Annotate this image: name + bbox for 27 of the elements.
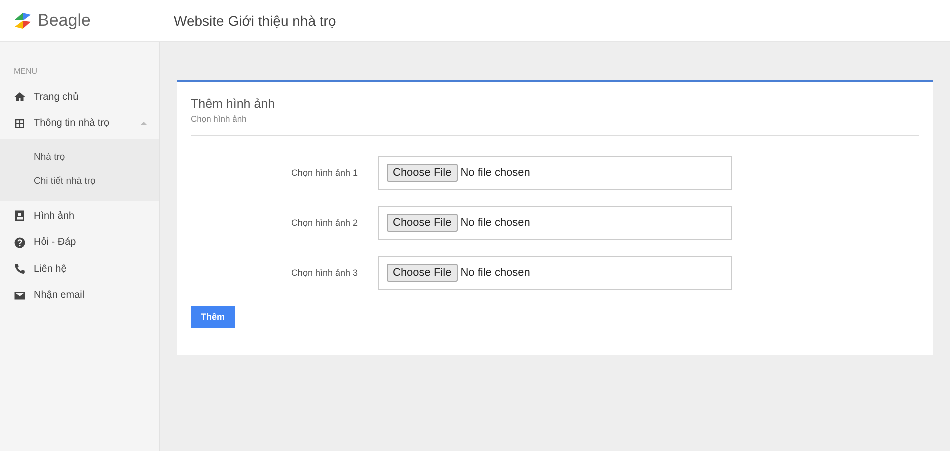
grid-icon xyxy=(14,118,26,130)
nav-item[interactable]: Hỏi - Đáp xyxy=(0,230,159,256)
brand-name: Beagle xyxy=(38,10,91,30)
menu-heading: MENU xyxy=(13,67,39,76)
nav-item[interactable]: Nhận email xyxy=(0,282,159,309)
home-icon xyxy=(14,91,26,104)
field-label: Chọn hình ảnh 3 xyxy=(290,268,359,278)
nav-item[interactable]: Thông tin nhà trọ xyxy=(0,110,159,137)
envelope-icon xyxy=(14,290,26,302)
submit-button[interactable]: Thêm xyxy=(191,306,236,328)
submenu-item[interactable]: Nhà trọ xyxy=(0,146,159,170)
field-label: Chọn hình ảnh 1 xyxy=(290,168,359,178)
field-label: Chọn hình ảnh 2 xyxy=(290,218,359,228)
help-icon xyxy=(14,236,26,249)
card-title: Thêm hình ảnh xyxy=(191,97,276,111)
file-input[interactable]: Choose File No file chosen xyxy=(378,206,732,240)
nav-item[interactable]: Liên hệ xyxy=(0,256,159,282)
phone-icon xyxy=(14,263,26,276)
file-input[interactable]: Choose File No file chosen xyxy=(378,256,732,290)
card-subtitle: Chọn hình ảnh xyxy=(191,114,248,124)
portrait-icon xyxy=(14,210,26,222)
nav-item[interactable]: Trang chủ xyxy=(0,84,159,110)
page-title: Website Giới thiệu nhà trọ xyxy=(174,12,336,28)
nav-item[interactable]: Hình ảnh xyxy=(0,203,159,230)
file-input[interactable]: Choose File No file chosen xyxy=(378,156,732,190)
submenu-item[interactable]: Chi tiết nhà trọ xyxy=(0,170,159,194)
logo-icon xyxy=(13,10,33,30)
